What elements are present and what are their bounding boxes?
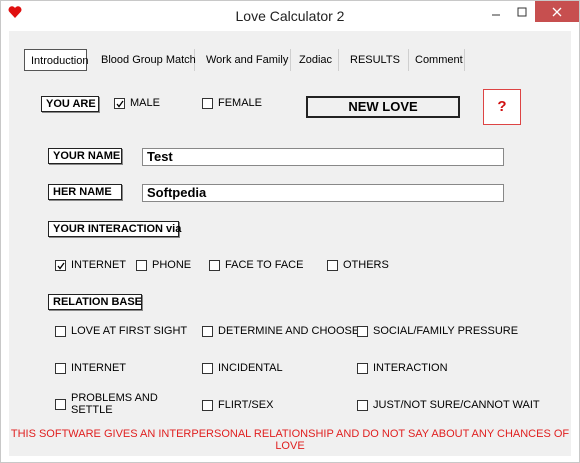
relation-flirt-sex-checkbox[interactable]: FLIRT/SEX (202, 399, 273, 411)
option-label: INTERACTION (373, 362, 448, 374)
help-button[interactable]: ? (483, 89, 521, 125)
client-area: Introduction Blood Group Match Work and … (9, 31, 571, 456)
checkbox-icon (357, 363, 368, 374)
relation-just-not-sure-checkbox[interactable]: JUST/NOT SURE/CANNOT WAIT (357, 399, 540, 411)
maximize-button[interactable] (509, 1, 535, 22)
her-name-field[interactable]: Softpedia (142, 184, 504, 202)
checkbox-icon (136, 260, 147, 271)
her-name-label: HER NAME (48, 184, 122, 200)
title-bar[interactable]: Love Calculator 2 (1, 1, 579, 31)
option-label: INTERNET (71, 362, 126, 374)
relation-social-family-pressure-checkbox[interactable]: SOCIAL/FAMILY PRESSURE (357, 325, 518, 337)
relation-determine-and-choose-checkbox[interactable]: DETERMINE AND CHOOSE (202, 325, 359, 337)
minimize-icon (492, 14, 500, 15)
relation-incidental-checkbox[interactable]: INCIDENTAL (202, 362, 283, 374)
introduction-panel: YOU ARE MALE FEMALE NEW LOVE ? YOUR NAME… (17, 72, 565, 452)
relation-love-at-first-sight-checkbox[interactable]: LOVE AT FIRST SIGHT (55, 325, 187, 337)
new-love-button[interactable]: NEW LOVE (306, 96, 460, 118)
your-name-field[interactable]: Test (142, 148, 504, 166)
option-label: INTERNET (71, 259, 126, 271)
interaction-phone-checkbox[interactable]: PHONE (136, 259, 191, 271)
tab-zodiac[interactable]: Zodiac (293, 49, 339, 71)
checkbox-checked-icon (55, 260, 66, 271)
close-button[interactable] (535, 1, 579, 22)
checkbox-icon (55, 326, 66, 337)
checkbox-icon (209, 260, 220, 271)
your-name-label: YOUR NAME (48, 148, 122, 164)
interaction-internet-checkbox[interactable]: INTERNET (55, 259, 126, 271)
tab-results[interactable]: RESULTS (344, 49, 409, 71)
relation-internet-checkbox[interactable]: INTERNET (55, 362, 126, 374)
option-label: PROBLEMS AND SETTLE (71, 392, 158, 416)
option-label: JUST/NOT SURE/CANNOT WAIT (373, 399, 540, 411)
app-window: Love Calculator 2 Introduction Blood Gro… (0, 0, 580, 463)
tab-work-and-family[interactable]: Work and Family (200, 49, 291, 71)
female-checkbox[interactable]: FEMALE (202, 97, 262, 109)
relation-base-label: RELATION BASE (48, 294, 142, 310)
close-icon (552, 7, 562, 16)
checkbox-icon (357, 400, 368, 411)
interaction-label: YOUR INTERACTION via (48, 221, 181, 237)
checkbox-icon (357, 326, 368, 337)
relation-problems-and-settle-checkbox[interactable]: PROBLEMS AND SETTLE (55, 392, 158, 416)
checkbox-icon (202, 326, 213, 337)
checkbox-icon (55, 363, 66, 374)
option-label: PHONE (152, 259, 192, 271)
option-label: LOVE AT FIRST SIGHT (71, 325, 188, 337)
option-label: OTHERS (343, 259, 389, 271)
female-label: FEMALE (218, 97, 263, 109)
minimize-button[interactable] (483, 1, 509, 22)
male-label: MALE (130, 97, 160, 109)
option-label: INCIDENTAL (218, 362, 283, 374)
relation-interaction-checkbox[interactable]: INTERACTION (357, 362, 448, 374)
maximize-icon (517, 7, 527, 16)
tab-comment[interactable]: Comment (409, 49, 465, 71)
interaction-others-checkbox[interactable]: OTHERS (327, 259, 389, 271)
you-are-label: YOU ARE (41, 96, 99, 112)
checkbox-icon (327, 260, 338, 271)
disclaimer-text: THIS SOFTWARE GIVES AN INTERPERSONAL REL… (10, 428, 570, 452)
checkbox-icon (202, 400, 213, 411)
tab-blood-group-match[interactable]: Blood Group Match (95, 49, 196, 71)
interaction-face-to-face-checkbox[interactable]: FACE TO FACE (209, 259, 303, 271)
option-label: SOCIAL/FAMILY PRESSURE (373, 325, 519, 337)
option-label: FACE TO FACE (225, 259, 304, 271)
option-label: FLIRT/SEX (218, 399, 274, 411)
checkbox-icon (202, 363, 213, 374)
option-label: DETERMINE AND CHOOSE (218, 325, 360, 337)
checkbox-icon (202, 98, 213, 109)
checkbox-checked-icon (114, 98, 125, 109)
male-checkbox[interactable]: MALE (114, 97, 160, 109)
checkbox-icon (55, 399, 66, 410)
tab-introduction[interactable]: Introduction (24, 49, 88, 71)
